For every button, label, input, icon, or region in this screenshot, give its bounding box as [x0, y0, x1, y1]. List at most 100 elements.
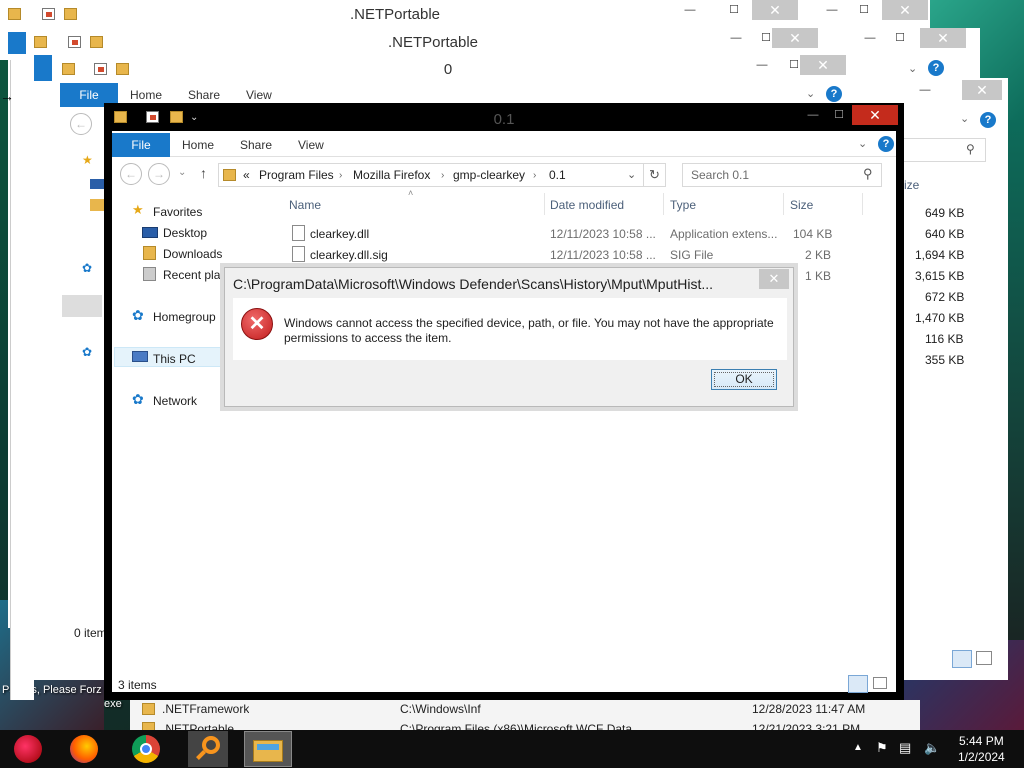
maximize-button-2[interactable]: ☐: [842, 0, 886, 20]
new-folder-icon[interactable]: [90, 36, 103, 48]
help-icon[interactable]: ?: [980, 112, 996, 128]
refresh-icon[interactable]: ↻: [649, 167, 660, 183]
back-button[interactable]: ←: [70, 113, 92, 135]
file-explorer-icon[interactable]: [244, 731, 292, 767]
breadcrumb-program-files[interactable]: Program Files: [259, 168, 334, 182]
row-path: C:\Windows\Inf: [400, 702, 481, 716]
tab-share[interactable]: Share: [240, 138, 272, 152]
tab-home[interactable]: Home: [130, 88, 162, 102]
new-folder-icon[interactable]: [170, 111, 183, 123]
column-header-size[interactable]: Size: [790, 198, 813, 212]
size-cell: 116 KB: [925, 332, 964, 346]
up-arrow-icon[interactable]: ↑: [200, 165, 207, 181]
recent-locations-chevron-icon[interactable]: ⌄: [178, 167, 186, 178]
size-cell: 355 KB: [925, 353, 965, 367]
maximize-button-2[interactable]: ☐: [878, 28, 922, 48]
help-icon[interactable]: ?: [826, 86, 842, 102]
explorer-window-bottom[interactable]: .NETFramework C:\Windows\Inf 12/28/2023 …: [130, 700, 920, 730]
chevron-down-icon[interactable]: ⌄: [858, 137, 867, 150]
file-type: SIG File: [670, 248, 714, 262]
chevron-down-icon[interactable]: ⌄: [908, 62, 917, 75]
nav-desktop[interactable]: Desktop: [163, 226, 207, 240]
nav-network[interactable]: Network: [153, 394, 197, 408]
column-header-name[interactable]: Name: [289, 198, 321, 212]
row-name[interactable]: .NETFramework: [162, 702, 249, 716]
start-orb-icon[interactable]: [8, 731, 48, 767]
row-name[interactable]: .NETPortable: [162, 722, 234, 730]
close-button[interactable]: ✕: [800, 55, 846, 75]
dialog-close-button[interactable]: ✕: [759, 269, 789, 289]
help-icon[interactable]: ?: [878, 136, 894, 152]
show-hidden-icons-icon[interactable]: ▲: [853, 742, 863, 753]
error-icon: ✕: [241, 308, 273, 340]
ok-button[interactable]: OK: [711, 369, 777, 390]
title-bar[interactable]: .NETPortable — ☐ ✕ — ☐ ✕: [0, 0, 930, 26]
network-status-icon[interactable]: ▤: [899, 740, 911, 756]
file-type: Application extens...: [670, 227, 778, 241]
title-bar[interactable]: ⌄ 0.1 — ☐ ✕: [104, 103, 904, 131]
search-icon: ⚲: [966, 142, 975, 156]
nav-this-pc[interactable]: This PC: [153, 352, 196, 366]
breadcrumb-overflow[interactable]: «: [243, 168, 250, 182]
tab-share[interactable]: Share: [188, 88, 220, 102]
close-button[interactable]: ✕: [752, 0, 798, 20]
volume-muted-icon[interactable]: 🔈: [924, 740, 940, 756]
column-header-type[interactable]: Type: [670, 198, 696, 212]
column-header-date[interactable]: Date modified: [550, 198, 624, 212]
error-dialog[interactable]: C:\ProgramData\Microsoft\Windows Defende…: [224, 267, 794, 407]
firefox-icon[interactable]: [64, 731, 104, 767]
breadcrumb-mozilla-firefox[interactable]: Mozilla Firefox: [353, 168, 430, 182]
new-folder-icon[interactable]: [116, 63, 129, 75]
address-bar[interactable]: « Program Files › Mozilla Firefox › gmp-…: [218, 163, 666, 187]
file-name[interactable]: clearkey.dll: [310, 227, 369, 241]
chevron-down-icon[interactable]: ⌄: [960, 112, 969, 125]
close-button[interactable]: ✕: [962, 80, 1002, 100]
breadcrumb-current[interactable]: 0.1: [549, 168, 566, 182]
size-cell: 1,694 KB: [915, 248, 965, 262]
maximize-button[interactable]: ☐: [826, 105, 852, 125]
nav-homegroup[interactable]: Homegroup: [153, 310, 216, 324]
clock-time[interactable]: 5:44 PM: [959, 734, 1004, 748]
help-icon[interactable]: ?: [928, 60, 944, 76]
minimize-button[interactable]: —: [910, 80, 940, 100]
properties-icon[interactable]: [94, 63, 107, 75]
search-icon[interactable]: ⚲: [863, 166, 873, 182]
chevron-down-icon[interactable]: ⌄: [806, 87, 815, 100]
properties-icon[interactable]: [146, 111, 159, 123]
chrome-icon[interactable]: [126, 731, 166, 767]
nav-favorites[interactable]: Favorites: [153, 205, 202, 219]
search-magnifier-icon[interactable]: [188, 731, 228, 767]
forward-button[interactable]: →: [148, 163, 170, 185]
address-dropdown-icon[interactable]: ⌄: [627, 168, 636, 181]
close-button[interactable]: ✕: [772, 28, 818, 48]
title-bar[interactable]: .NETPortable — ☐ ✕ — ☐ ✕: [8, 28, 980, 54]
tab-file[interactable]: File: [112, 133, 170, 157]
close-button[interactable]: ✕: [852, 105, 898, 125]
close-button-2[interactable]: ✕: [920, 28, 966, 48]
large-icons-view-icon[interactable]: [976, 651, 992, 665]
properties-icon[interactable]: [68, 36, 81, 48]
details-view-icon[interactable]: [952, 650, 972, 668]
title-bar[interactable]: 0 — ☐ ✕: [52, 55, 850, 81]
tab-home[interactable]: Home: [182, 138, 214, 152]
minimize-button[interactable]: —: [800, 105, 826, 125]
back-button[interactable]: ←: [120, 163, 142, 185]
close-button-2[interactable]: ✕: [882, 0, 928, 20]
minimize-button[interactable]: —: [668, 0, 712, 20]
maximize-button[interactable]: ☐: [712, 0, 756, 20]
nav-recent-places[interactable]: Recent plac: [163, 268, 226, 282]
action-center-flag-icon[interactable]: ⚑: [876, 740, 888, 756]
nav-downloads[interactable]: Downloads: [163, 247, 222, 261]
tab-view[interactable]: View: [246, 88, 272, 102]
favorites-star-icon: ★: [132, 202, 144, 217]
large-icons-view-icon[interactable]: [873, 677, 887, 689]
file-name[interactable]: clearkey.dll.sig: [310, 248, 388, 262]
size-cell: 3,615 KB: [915, 269, 965, 283]
breadcrumb-gmp-clearkey[interactable]: gmp-clearkey: [453, 168, 525, 182]
clock-date[interactable]: 1/2/2024: [958, 750, 1005, 764]
details-view-icon[interactable]: [848, 675, 868, 693]
new-folder-icon[interactable]: [64, 8, 77, 20]
tab-view[interactable]: View: [298, 138, 324, 152]
properties-icon[interactable]: [42, 8, 55, 20]
search-input[interactable]: Search 0.1 ⚲: [682, 163, 882, 187]
